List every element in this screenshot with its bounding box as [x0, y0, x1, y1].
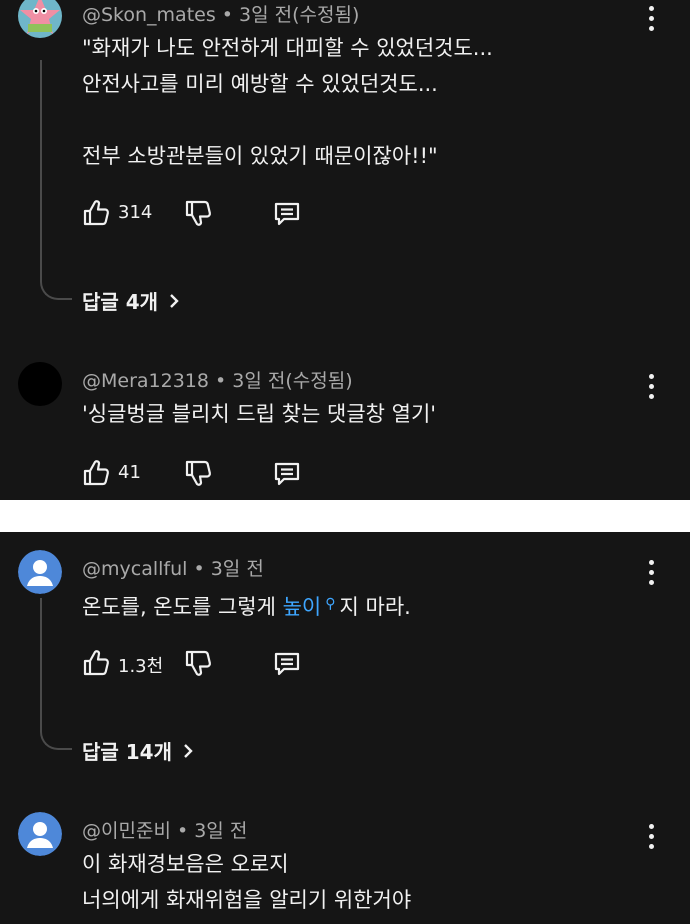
- comment-time[interactable]: 3일 전: [211, 558, 264, 580]
- more-options-icon[interactable]: [642, 372, 662, 402]
- like-button[interactable]: 314: [82, 196, 172, 230]
- comment-text: 온도를, 온도를 그렇게 높이 ⚲ 지 마라.: [82, 595, 411, 619]
- like-icon: [83, 650, 109, 676]
- dislike-icon: [185, 650, 211, 676]
- reply-icon: [274, 202, 300, 226]
- like-count: 1.3천: [118, 656, 164, 677]
- dislike-button[interactable]: [184, 456, 216, 490]
- more-options-icon[interactable]: [642, 822, 662, 852]
- chevron-right-icon: [182, 743, 194, 759]
- dislike-icon: [185, 460, 211, 486]
- like-count: 41: [118, 462, 141, 483]
- like-icon: [83, 460, 109, 486]
- replies-count: 답글 4개: [82, 290, 159, 314]
- reply-icon: [274, 652, 300, 676]
- reply-button[interactable]: [272, 196, 304, 230]
- avatar[interactable]: [18, 362, 62, 406]
- dislike-button[interactable]: [184, 646, 216, 680]
- comment-time[interactable]: 3일 전(수정됨): [232, 370, 352, 392]
- thread-line: [40, 598, 72, 750]
- dislike-button[interactable]: [184, 196, 216, 230]
- thread-line: [40, 60, 72, 300]
- replies-toggle[interactable]: 답글 4개: [82, 286, 180, 315]
- more-options-icon[interactable]: [642, 4, 662, 34]
- replies-toggle[interactable]: 답글 14개: [82, 736, 194, 765]
- comment-meta: @Skon_mates • 3일 전(수정됨): [82, 4, 360, 26]
- like-button[interactable]: 1.3천: [82, 646, 172, 680]
- comment-text: 이 화재경보음은 오로지 너의에게 화재위험을 알리기 위한거야: [82, 852, 412, 912]
- comment-author[interactable]: @Skon_mates: [82, 4, 216, 26]
- avatar[interactable]: [18, 812, 62, 856]
- comment-time[interactable]: 3일 전(수정됨): [239, 4, 359, 26]
- comments-panel-top: @Skon_mates • 3일 전(수정됨) "화재가 나도 안전하게 대피할…: [0, 0, 690, 500]
- comment-author[interactable]: @mycallful: [82, 558, 187, 580]
- comment-time[interactable]: 3일 전: [194, 820, 247, 842]
- like-button[interactable]: 41: [82, 456, 172, 490]
- avatar[interactable]: [18, 550, 62, 594]
- search-icon[interactable]: ⚲: [325, 596, 335, 612]
- like-icon: [83, 200, 109, 226]
- comment-author[interactable]: @Mera12318: [82, 370, 209, 392]
- reply-button[interactable]: [272, 456, 304, 490]
- dislike-icon: [185, 200, 211, 226]
- comment-author[interactable]: @이민준비: [82, 820, 171, 842]
- avatar[interactable]: [18, 0, 62, 38]
- comment-text: "화재가 나도 안전하게 대피할 수 있었던것도... 안전사고를 미리 예방할 …: [82, 36, 493, 168]
- comment-meta: @이민준비 • 3일 전: [82, 820, 248, 842]
- search-link[interactable]: 높이: [283, 595, 322, 619]
- chevron-right-icon: [168, 293, 180, 309]
- reply-button[interactable]: [272, 646, 304, 680]
- comment-meta: @Mera12318 • 3일 전(수정됨): [82, 370, 353, 392]
- comment-text: '싱글벙글 블리치 드립 찾는 댓글창 열기': [82, 402, 437, 426]
- comments-panel-bottom: @mycallful • 3일 전 온도를, 온도를 그렇게 높이 ⚲ 지 마라. …: [0, 532, 690, 924]
- reply-icon: [274, 462, 300, 486]
- more-options-icon[interactable]: [642, 558, 662, 588]
- replies-count: 답글 14개: [82, 740, 172, 764]
- like-count: 314: [118, 202, 153, 223]
- comment-meta: @mycallful • 3일 전: [82, 558, 264, 580]
